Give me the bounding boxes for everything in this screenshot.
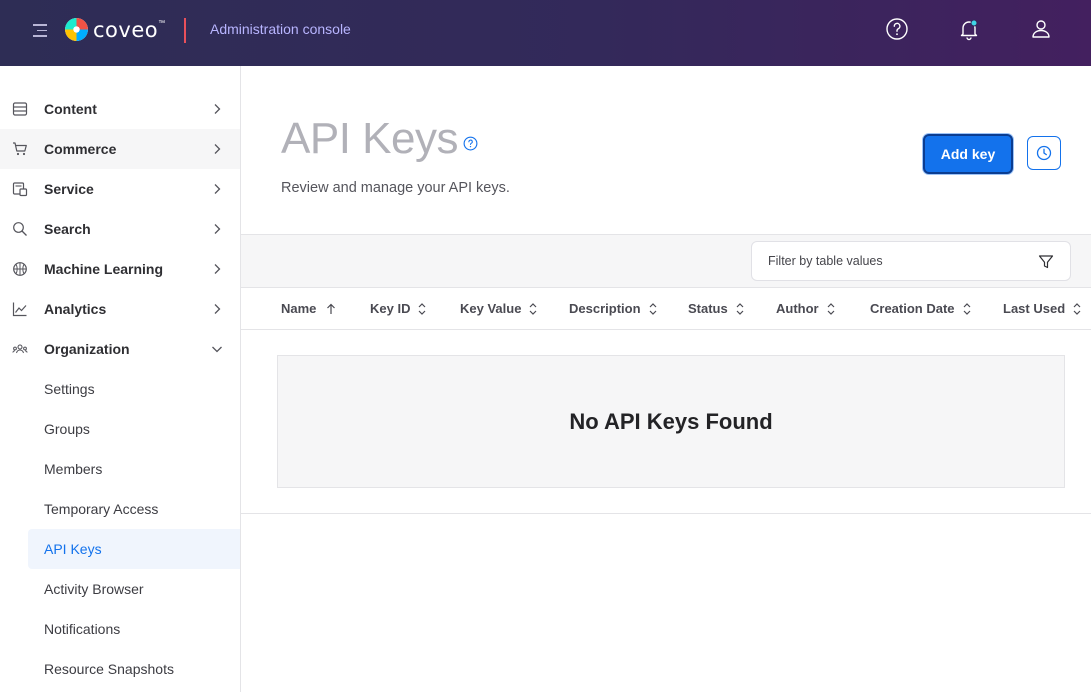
column-header-author[interactable]: Author (776, 301, 837, 316)
sidebar: Content Commerce Service Search Machine … (0, 66, 241, 692)
empty-state: No API Keys Found (277, 355, 1065, 488)
table-toolbar: Filter by table values (241, 234, 1091, 288)
column-header-description[interactable]: Description (569, 301, 659, 316)
sort-icon (736, 302, 744, 315)
sidebar-subitem-label: Settings (44, 381, 95, 397)
sidebar-subitem-groups[interactable]: Groups (28, 409, 240, 449)
column-label: Creation Date (870, 301, 955, 316)
sidebar-item-label: Search (44, 221, 91, 237)
column-label: Name (281, 301, 317, 316)
help-icon[interactable] (885, 17, 909, 41)
sidebar-subitem-label: Resource Snapshots (44, 661, 174, 677)
chevron-down-icon (212, 346, 222, 353)
sort-icon (530, 302, 537, 315)
header-divider (184, 18, 186, 43)
column-header-creation-date[interactable]: Creation Date (870, 301, 973, 316)
filter-icon[interactable] (1038, 254, 1054, 270)
search-icon (13, 222, 27, 236)
column-header-status[interactable]: Status (688, 301, 746, 316)
sort-icon (963, 302, 970, 315)
sidebar-item-organization[interactable]: Organization (0, 329, 240, 369)
column-label: Key Value (460, 301, 522, 316)
sidebar-subitem-members[interactable]: Members (28, 449, 240, 489)
chevron-right-icon (214, 304, 221, 314)
sidebar-item-label: Commerce (44, 141, 117, 157)
sort-ascending-icon (327, 303, 336, 314)
chevron-right-icon (214, 184, 221, 194)
sort-icon (1073, 302, 1081, 315)
sidebar-subitem-label: Notifications (44, 621, 121, 637)
sidebar-subitem-api-keys[interactable]: API Keys (28, 529, 240, 569)
user-profile-icon[interactable] (1029, 17, 1053, 41)
page-description: Review and manage your API keys. (281, 180, 510, 196)
sidebar-item-search[interactable]: Search (0, 209, 240, 249)
chevron-right-icon (214, 224, 221, 234)
sort-icon (419, 302, 426, 315)
sidebar-item-label: Machine Learning (44, 261, 164, 277)
column-label: Last Used (1003, 301, 1066, 316)
help-circle-icon[interactable] (463, 136, 478, 151)
table-bottom-divider (241, 513, 1091, 514)
sidebar-subitem-label: Activity Browser (44, 581, 144, 597)
filter-placeholder: Filter by table values (768, 254, 883, 268)
add-key-button[interactable]: Add key (923, 134, 1013, 174)
column-header-key-id[interactable]: Key ID (370, 301, 428, 316)
sidebar-subitem-settings[interactable]: Settings (28, 369, 240, 409)
sidebar-item-commerce[interactable]: Commerce (0, 129, 240, 169)
sidebar-item-label: Organization (44, 341, 130, 357)
chevron-right-icon (214, 144, 221, 154)
table-filter-input[interactable]: Filter by table values (751, 241, 1071, 281)
empty-state-message: No API Keys Found (569, 408, 773, 434)
column-label: Author (776, 301, 819, 316)
clock-icon (1036, 145, 1052, 161)
sidebar-subitem-label: API Keys (44, 541, 102, 557)
page-title: API Keys (281, 114, 458, 163)
column-label: Description (569, 301, 641, 316)
database-icon (12, 102, 28, 116)
chart-icon (12, 302, 27, 317)
activity-history-button[interactable] (1027, 136, 1061, 170)
top-header: coveo ™ Administration console (0, 0, 1091, 66)
table-header: Name Key ID Key Value Description Status… (241, 288, 1091, 330)
column-header-last-used[interactable]: Last Used (1003, 301, 1083, 316)
logo-trademark: ™ (158, 20, 166, 27)
sidebar-subitem-label: Members (44, 461, 103, 477)
console-title: Administration console (210, 21, 351, 37)
sidebar-item-label: Content (44, 101, 97, 117)
sidebar-subitem-label: Groups (44, 421, 90, 437)
sidebar-subitem-activity-browser[interactable]: Activity Browser (28, 569, 240, 609)
sidebar-item-analytics[interactable]: Analytics (0, 289, 240, 329)
sidebar-subitem-temporary-access[interactable]: Temporary Access (28, 489, 240, 529)
cart-icon (13, 142, 27, 156)
organization-icon (12, 344, 28, 354)
column-header-name[interactable]: Name (281, 301, 338, 316)
sidebar-subitem-notifications[interactable]: Notifications (28, 609, 240, 649)
main-content: API Keys Review and manage your API keys… (241, 66, 1091, 692)
chevron-right-icon (214, 264, 221, 274)
column-header-key-value[interactable]: Key Value (460, 301, 539, 316)
coveo-logo-mark-icon (65, 18, 88, 41)
sidebar-subitem-resource-snapshots[interactable]: Resource Snapshots (28, 649, 240, 689)
sort-icon (827, 302, 835, 315)
column-label: Status (688, 301, 728, 316)
sidebar-item-service[interactable]: Service (0, 169, 240, 209)
sort-icon (649, 302, 656, 315)
coveo-logo[interactable]: coveo ™ (64, 17, 165, 42)
brain-icon (13, 262, 27, 276)
notifications-bell-icon[interactable] (957, 17, 981, 41)
sidebar-item-machine-learning[interactable]: Machine Learning (0, 249, 240, 289)
sidebar-item-label: Analytics (44, 301, 107, 317)
logo-text: coveo (93, 17, 159, 42)
service-icon (12, 182, 28, 197)
column-label: Key ID (370, 301, 411, 316)
sidebar-item-label: Service (44, 181, 94, 197)
sidebar-item-content[interactable]: Content (0, 89, 240, 129)
menu-toggle-icon[interactable] (31, 24, 49, 38)
chevron-right-icon (214, 104, 221, 114)
sidebar-subitem-label: Temporary Access (44, 501, 159, 517)
